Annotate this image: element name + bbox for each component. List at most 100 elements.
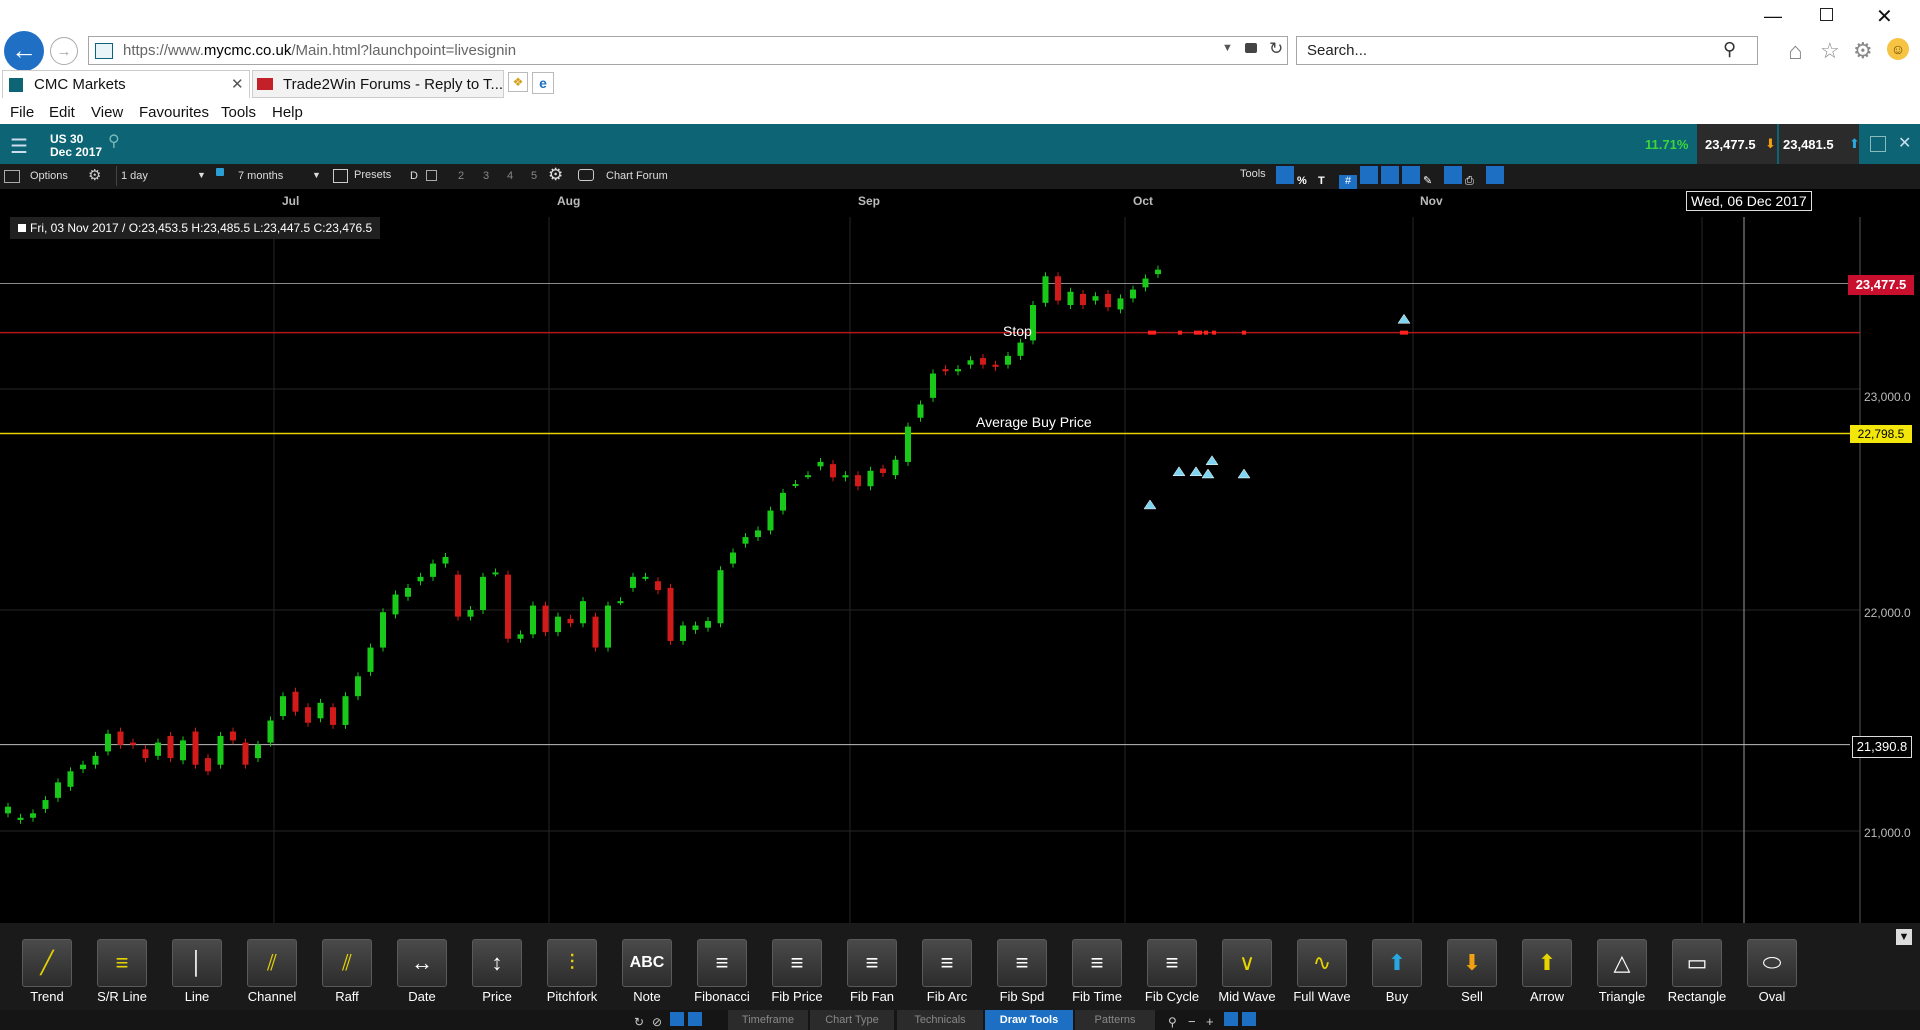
candlestick-chart[interactable] (0, 217, 1920, 923)
auto-scale-icon[interactable] (1276, 166, 1294, 184)
layout-icon[interactable] (1242, 1012, 1256, 1026)
preset-3-button[interactable]: 3 (483, 170, 489, 182)
ie-logo-icon[interactable]: e (532, 72, 554, 94)
draw-tool-date[interactable]: ↔ Date (386, 939, 458, 1004)
draw-tool-channel[interactable]: ⫽ Channel (236, 939, 308, 1004)
chart-forum-button[interactable]: Chart Forum (606, 170, 668, 182)
draw-tool-line[interactable]: │ Line (161, 939, 233, 1004)
fib-time-icon: ≡ (1072, 939, 1122, 987)
options-gear-icon[interactable]: ⚙ (88, 166, 101, 184)
bottom-tab-patterns[interactable]: Patterns (1075, 1010, 1155, 1030)
draw-tool-mid-wave[interactable]: ∨ Mid Wave (1211, 939, 1283, 1004)
options-button[interactable]: Options (30, 170, 68, 182)
buy-price-button[interactable]: 23,481.5 ⬆ (1779, 124, 1860, 164)
no-entry-icon[interactable]: ⊘ (652, 1015, 670, 1029)
instrument-name[interactable]: US 30 (50, 132, 83, 146)
zoom-in-icon[interactable]: + (1206, 1014, 1224, 1029)
bottom-tab-timeframe[interactable]: Timeframe (728, 1010, 808, 1030)
sell-price-button[interactable]: 23,477.5 ⬇ (1697, 124, 1777, 164)
menu-help[interactable]: Help (272, 104, 303, 121)
compare-icon[interactable] (1402, 166, 1420, 184)
preset-4-button[interactable]: 4 (507, 170, 513, 182)
draw-tool-buy[interactable]: ⬆ Buy (1361, 939, 1433, 1004)
preset-1-icon[interactable] (426, 170, 437, 181)
presets-button[interactable]: Presets (354, 169, 391, 181)
smiley-icon[interactable]: ☺ (1887, 38, 1909, 60)
draw-tool-price[interactable]: ↕ Price (461, 939, 533, 1004)
close-panel-icon[interactable]: ✕ (1898, 133, 1911, 153)
menu-tools[interactable]: Tools (221, 104, 256, 121)
draw-tool-arrow[interactable]: ⬆ Arrow (1511, 939, 1583, 1004)
draw-tool-fib-cycle[interactable]: ≡ Fib Cycle (1136, 939, 1208, 1004)
settings-gear-icon[interactable]: ⚙ (1853, 38, 1873, 64)
chat-bubble-icon[interactable] (578, 169, 594, 181)
menu-favourites[interactable]: Favourites (139, 104, 209, 121)
buy-marker-icon (1143, 499, 1157, 510)
instrument-search-icon[interactable]: ⚲ (108, 131, 120, 151)
menu-file[interactable]: File (10, 104, 34, 121)
collapse-toolbar-icon[interactable]: ▼ (1896, 929, 1912, 945)
draw-tool-label: Mid Wave (1218, 989, 1276, 1004)
preset-settings-gear-icon[interactable]: ⚙ (548, 165, 563, 185)
bottom-tab-technicals[interactable]: Technicals (897, 1010, 983, 1030)
draw-tool-sell[interactable]: ⬇ Sell (1436, 939, 1508, 1004)
zoom-search-icon[interactable]: ⚲ (1168, 1015, 1188, 1029)
fit-icon[interactable] (1224, 1012, 1238, 1026)
draw-tool-oval[interactable]: ⬭ Oval (1736, 939, 1808, 1004)
bottom-tab-chart-type[interactable]: Chart Type (810, 1010, 894, 1030)
close-window-icon[interactable]: ✕ (1876, 4, 1893, 29)
menu-view[interactable]: View (91, 104, 123, 121)
draw-tool-triangle[interactable]: △ Triangle (1586, 939, 1658, 1004)
calendar-icon[interactable] (333, 169, 348, 183)
minimize-icon[interactable]: — (1764, 6, 1782, 27)
draw-tool-fib-spd[interactable]: ≡ Fib Spd (986, 939, 1058, 1004)
zoom-out-icon[interactable]: − (1188, 1014, 1206, 1029)
tab-close-icon[interactable]: ✕ (231, 75, 244, 93)
screenshot-icon[interactable] (1444, 166, 1462, 184)
draw-tool-rectangle[interactable]: ▭ Rectangle (1661, 939, 1733, 1004)
preset-2-button[interactable]: 2 (458, 170, 464, 182)
draw-tool-trend[interactable]: ╱ Trend (11, 939, 83, 1004)
lock-range-icon[interactable] (216, 168, 224, 176)
draw-tool-fib-fan[interactable]: ≡ Fib Fan (836, 939, 908, 1004)
detach-icon[interactable] (1870, 136, 1886, 152)
options-menu-icon[interactable] (4, 170, 20, 183)
refresh-icon[interactable]: ↻ (1269, 39, 1283, 59)
draw-tool-fib-time[interactable]: ≡ Fib Time (1061, 939, 1133, 1004)
hamburger-menu-icon[interactable]: ☰ (10, 134, 28, 159)
interval-select[interactable]: 1 day ▼ (116, 166, 209, 186)
chart-settings-icon[interactable] (1486, 166, 1504, 184)
address-bar[interactable]: https://www.mycmc.co.uk/Main.html?launch… (88, 36, 1288, 65)
draw-tool-fib-price[interactable]: ≡ Fib Price (761, 939, 833, 1004)
draw-tool-raff[interactable]: ⫽ Raff (311, 939, 383, 1004)
tab-trade2win[interactable]: Trade2Win Forums - Reply to T... (252, 70, 504, 98)
range-select[interactable]: 7 months ▼ (232, 166, 324, 186)
crosshair-icon[interactable] (1360, 166, 1378, 184)
draw-tool-s-r-line[interactable]: ≡ S/R Line (86, 939, 158, 1004)
new-tab-icon[interactable]: ❖ (508, 72, 528, 92)
draw-tool-pitchfork[interactable]: ⫶ Pitchfork (536, 939, 608, 1004)
dropdown-icon[interactable]: ▼ (1222, 42, 1233, 54)
forward-button[interactable]: → (50, 37, 78, 65)
preset-5-button[interactable]: 5 (531, 170, 537, 182)
tab-cmc-markets[interactable]: CMC Markets ✕ (2, 70, 250, 98)
share-icon[interactable] (688, 1012, 702, 1026)
bottom-tab-draw-tools[interactable]: Draw Tools (985, 1010, 1073, 1030)
search-icon[interactable]: ⚲ (1723, 39, 1736, 60)
search-box[interactable]: Search... ⚲ (1296, 36, 1758, 65)
menu-edit[interactable]: Edit (49, 104, 75, 121)
refresh-chart-icon[interactable]: ↻ (634, 1015, 652, 1029)
home-icon[interactable]: ⌂ (1788, 38, 1803, 66)
draw-tool-fibonacci[interactable]: ≡ Fibonacci (686, 939, 758, 1004)
draw-tool-fib-arc[interactable]: ≡ Fib Arc (911, 939, 983, 1004)
pencil-icon[interactable] (670, 1012, 684, 1026)
draw-tool-full-wave[interactable]: ∿ Full Wave (1286, 939, 1358, 1004)
preset-d-button[interactable]: D (410, 170, 418, 182)
search-input[interactable]: Search... (1307, 42, 1367, 59)
favorites-star-icon[interactable]: ☆ (1820, 38, 1840, 64)
back-button[interactable]: ← (4, 31, 44, 71)
price-chart[interactable]: Fri, 03 Nov 2017 / O:23,453.5 H:23,485.5… (0, 217, 1920, 923)
restore-icon[interactable] (1820, 8, 1833, 21)
draw-tool-note[interactable]: ABC Note (611, 939, 683, 1004)
candle-type-icon[interactable] (1381, 166, 1399, 184)
